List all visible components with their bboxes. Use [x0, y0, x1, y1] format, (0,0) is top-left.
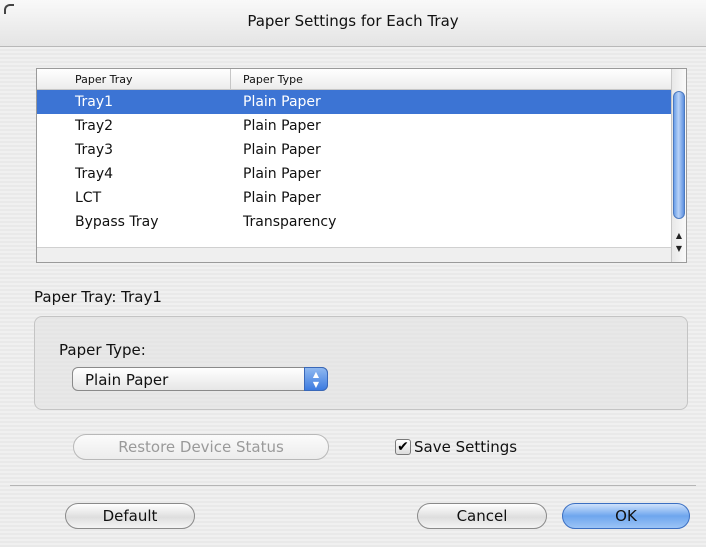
table-row[interactable]: Bypass Tray Transparency	[37, 210, 671, 234]
default-button[interactable]: Default	[65, 503, 195, 529]
paper-type-value: Plain Paper	[85, 371, 169, 389]
cell-type: Plain Paper	[243, 142, 321, 158]
stepper-arrows-icon: ▲ ▼	[304, 367, 328, 391]
cell-tray: LCT	[75, 190, 102, 206]
checkmark-icon: ✔	[397, 439, 409, 455]
table-header: Paper Tray Paper Type	[37, 69, 671, 90]
tray-table[interactable]: Paper Tray Paper Type Tray1 Plain Paper …	[36, 68, 687, 263]
window-title: Paper Settings for Each Tray	[247, 12, 459, 30]
cell-type: Transparency	[243, 214, 337, 230]
cell-tray: Tray1	[75, 94, 114, 110]
divider	[10, 485, 696, 486]
vertical-scrollbar[interactable]: ▲ ▼	[671, 69, 686, 262]
paper-type-label: Paper Type:	[59, 341, 146, 359]
column-header-paper-type[interactable]: Paper Type	[243, 73, 303, 86]
restore-device-status-button[interactable]: Restore Device Status	[73, 434, 329, 460]
column-header-paper-tray[interactable]: Paper Tray	[75, 73, 133, 86]
cell-tray: Tray3	[75, 142, 114, 158]
table-row[interactable]: Tray3 Plain Paper	[37, 138, 671, 162]
cell-tray: Tray4	[75, 166, 114, 182]
paper-type-group: Paper Type: Plain Paper ▲ ▼	[34, 316, 688, 410]
cell-tray: Tray2	[75, 118, 114, 134]
cell-type: Plain Paper	[243, 166, 321, 182]
title-bar: Paper Settings for Each Tray	[0, 0, 706, 47]
cell-type: Plain Paper	[243, 118, 321, 134]
table-row[interactable]: LCT Plain Paper	[37, 186, 671, 210]
cell-type: Plain Paper	[243, 94, 321, 110]
scrollbar-thumb[interactable]	[673, 91, 685, 219]
cell-tray: Bypass Tray	[75, 214, 159, 230]
save-settings-checkbox[interactable]: ✔	[395, 439, 411, 455]
save-settings-label[interactable]: Save Settings	[414, 438, 517, 456]
table-row[interactable]: Tray2 Plain Paper	[37, 114, 671, 138]
column-separator	[230, 69, 231, 89]
table-body: Tray1 Plain Paper Tray2 Plain Paper Tray…	[37, 90, 671, 234]
cell-type: Plain Paper	[243, 190, 321, 206]
horizontal-scrollbar[interactable]	[37, 247, 671, 262]
ok-button[interactable]: OK	[562, 503, 690, 529]
cancel-button[interactable]: Cancel	[417, 503, 547, 529]
scroll-up-arrow-icon[interactable]: ▲	[672, 229, 686, 242]
table-row[interactable]: Tray1 Plain Paper	[37, 90, 671, 114]
paper-type-popup[interactable]: Plain Paper ▲ ▼	[72, 367, 328, 391]
scroll-down-arrow-icon[interactable]: ▼	[672, 242, 686, 255]
selected-tray-label: Paper Tray: Tray1	[34, 288, 162, 306]
table-row[interactable]: Tray4 Plain Paper	[37, 162, 671, 186]
